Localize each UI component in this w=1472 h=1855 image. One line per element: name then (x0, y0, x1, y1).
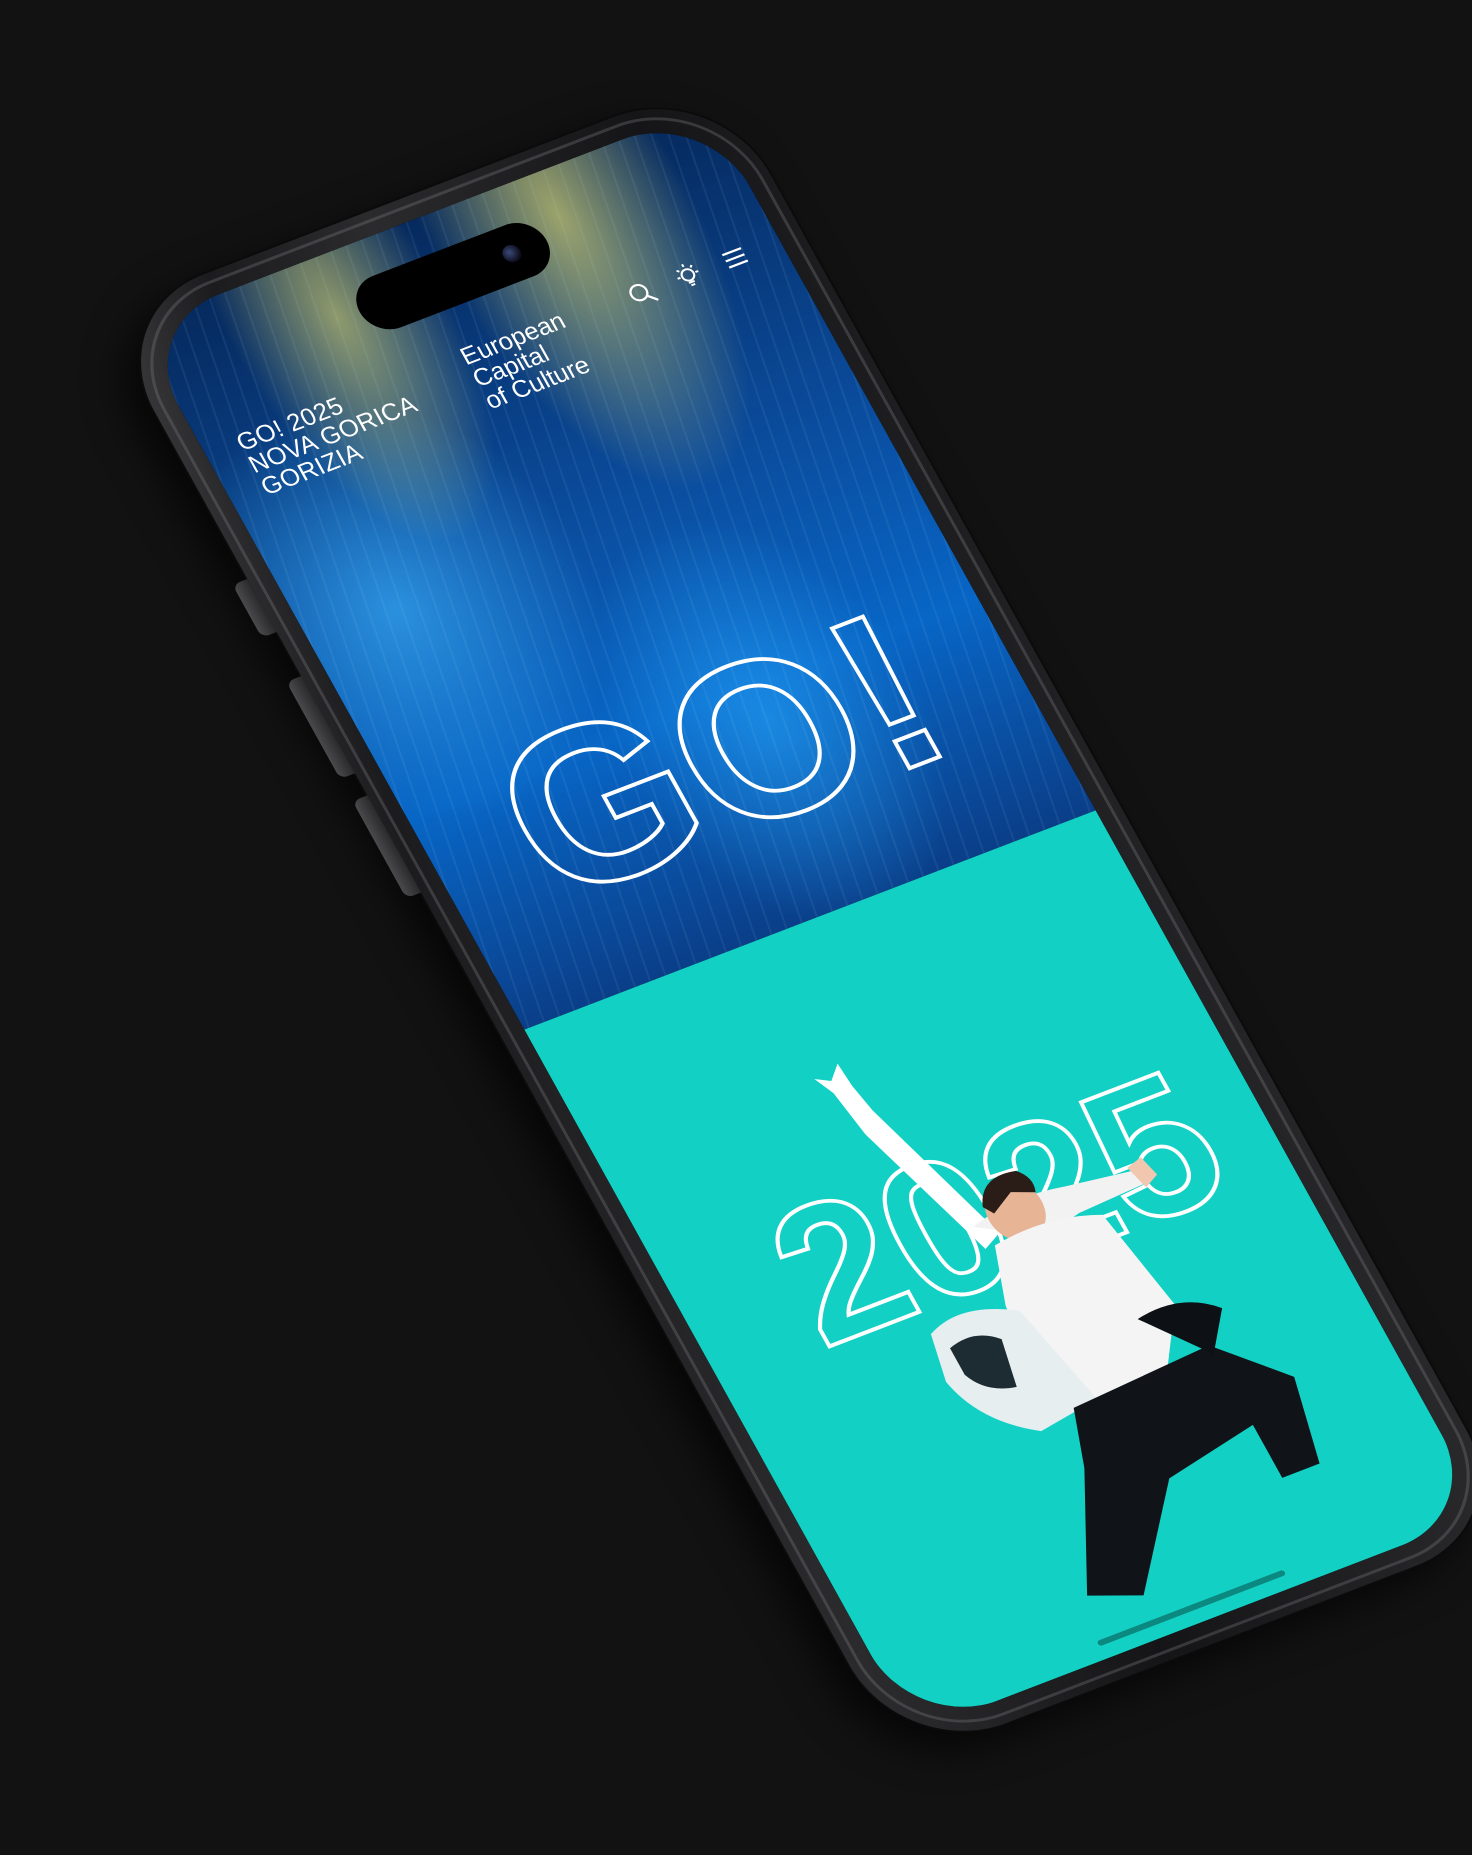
canvas: GO! 2025 NOVA GORICA GORIZIA European Ca… (0, 0, 1472, 1855)
front-camera (499, 242, 525, 265)
phone-screen: GO! 2025 NOVA GORICA GORIZIA European Ca… (134, 107, 1472, 1733)
phone-mockup: GO! 2025 NOVA GORICA GORIZIA European Ca… (100, 77, 1472, 1763)
